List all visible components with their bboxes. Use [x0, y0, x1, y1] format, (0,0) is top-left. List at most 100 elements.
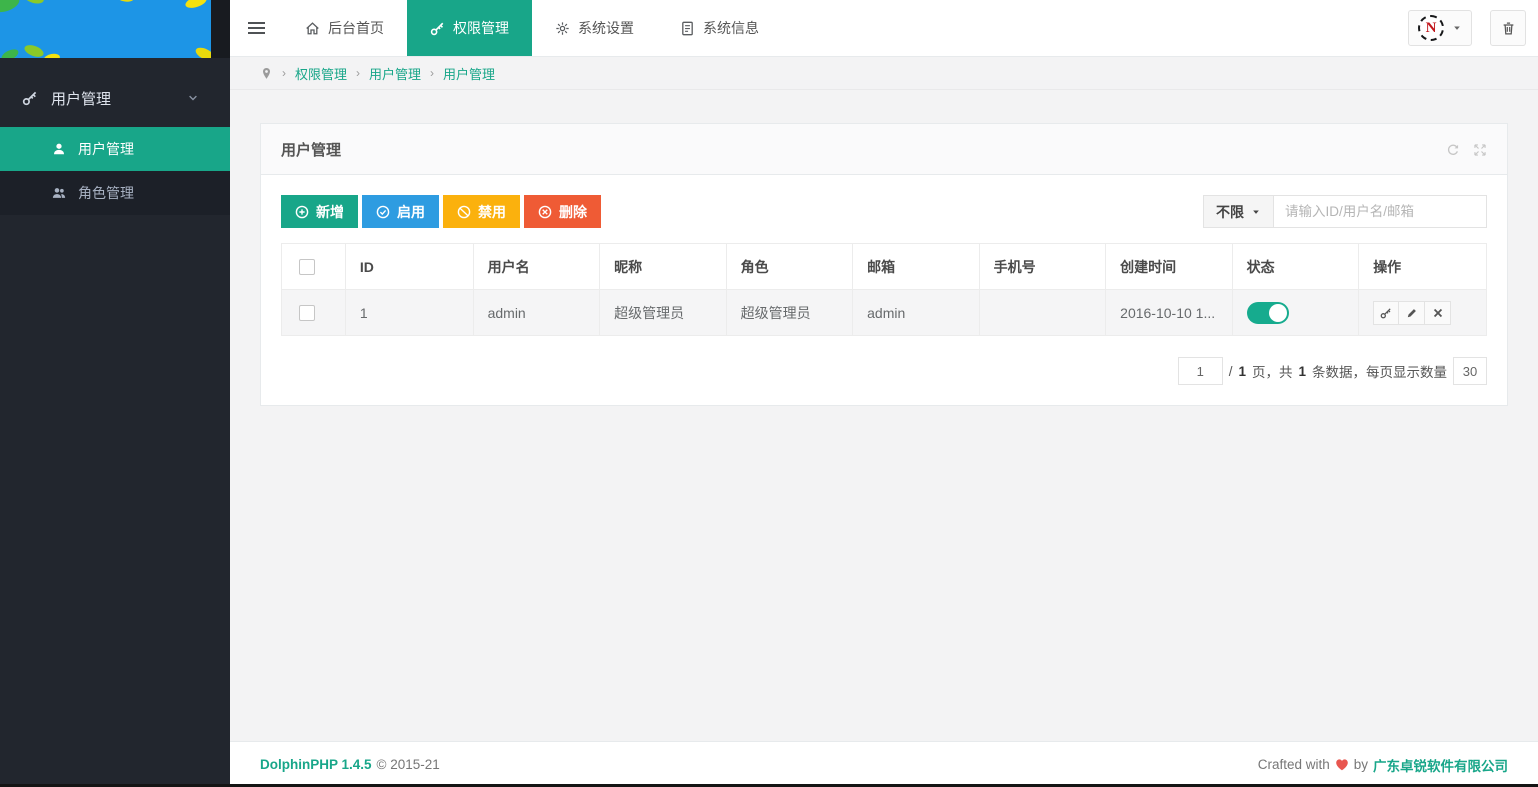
- tab-label: 系统设置: [578, 18, 634, 38]
- footer-left: DolphinPHP 1.4.5 © 2015-21: [260, 757, 440, 772]
- bulk-action-buttons: 新增 启用 禁用 删除: [281, 195, 601, 228]
- add-button[interactable]: 新增: [281, 195, 358, 228]
- status-toggle[interactable]: [1247, 302, 1289, 324]
- user-avatar-dropdown[interactable]: N: [1408, 10, 1472, 46]
- hamburger-icon: [248, 19, 265, 37]
- file-icon: [680, 21, 695, 36]
- breadcrumb-link-user-page[interactable]: 用户管理: [443, 64, 495, 83]
- pagination-text: 页，共: [1252, 361, 1293, 381]
- caret-down-icon: [1251, 207, 1261, 217]
- tab-system-settings[interactable]: 系统设置: [532, 0, 657, 56]
- page-size-input[interactable]: [1453, 357, 1487, 385]
- delete-button[interactable]: 删除: [524, 195, 601, 228]
- tab-admin-home[interactable]: 后台首页: [282, 0, 407, 56]
- tab-system-info[interactable]: 系统信息: [657, 0, 782, 56]
- pagination-text: 条数据，每页显示数量: [1312, 361, 1447, 381]
- page-footer: DolphinPHP 1.4.5 © 2015-21 Crafted with …: [230, 741, 1538, 787]
- key-icon: [1380, 307, 1392, 319]
- sidebar-toggle-button[interactable]: [230, 0, 282, 56]
- page-number-input[interactable]: [1178, 357, 1223, 385]
- search-input[interactable]: [1273, 195, 1487, 228]
- breadcrumb-link-user-group[interactable]: 用户管理: [369, 64, 421, 83]
- top-navbar: 后台首页 权限管理 系统设置 系统信息 N: [230, 0, 1538, 57]
- cell-username: admin: [473, 290, 600, 336]
- chevron-down-icon: [187, 92, 199, 104]
- sidebar-submenu: 用户管理 角色管理: [0, 127, 230, 215]
- select-all-checkbox[interactable]: [299, 259, 315, 275]
- sidebar: 用户管理 用户管理 角色管理: [0, 0, 230, 787]
- breadcrumb-separator: ›: [282, 66, 286, 80]
- reset-password-button[interactable]: [1373, 301, 1399, 325]
- footer-crafted-text: Crafted with: [1258, 757, 1330, 772]
- search-field-dropdown[interactable]: 不限: [1203, 195, 1273, 228]
- table-header-row: ID 用户名 昵称 角色 邮箱 手机号 创建时间 状态 操作: [282, 244, 1487, 290]
- footer-company[interactable]: 广东卓锐软件有限公司: [1373, 755, 1508, 775]
- column-header-username: 用户名: [473, 244, 600, 290]
- page-title: 用户管理: [281, 139, 341, 160]
- column-header-phone: 手机号: [979, 244, 1106, 290]
- sidebar-item-role-management[interactable]: 角色管理: [0, 171, 230, 215]
- breadcrumb-link-permission[interactable]: 权限管理: [295, 64, 347, 83]
- tab-permission-management[interactable]: 权限管理: [407, 0, 532, 56]
- column-header-role: 角色: [726, 244, 853, 290]
- sidebar-logo[interactable]: [0, 0, 230, 58]
- sidebar-item-user-management[interactable]: 用户管理: [0, 127, 230, 171]
- content-area: 用户管理 新增: [230, 90, 1538, 741]
- footer-brand[interactable]: DolphinPHP 1.4.5: [260, 757, 372, 772]
- x-circle-icon: [538, 205, 552, 219]
- pencil-icon: [1406, 307, 1418, 319]
- navbar-right-controls: N: [1408, 0, 1538, 56]
- toggle-knob: [1269, 304, 1287, 322]
- breadcrumb-separator: ›: [356, 66, 360, 80]
- clear-cache-button[interactable]: [1490, 10, 1526, 46]
- edit-button[interactable]: [1399, 301, 1425, 325]
- column-header-actions: 操作: [1359, 244, 1487, 290]
- row-actions: [1373, 301, 1451, 325]
- table-toolbar: 新增 启用 禁用 删除: [281, 195, 1487, 228]
- disable-button[interactable]: 禁用: [443, 195, 520, 228]
- plus-circle-icon: [295, 205, 309, 219]
- tab-label: 后台首页: [328, 18, 384, 38]
- column-header-created: 创建时间: [1106, 244, 1233, 290]
- footer-right: Crafted with by 广东卓锐软件有限公司: [1258, 755, 1508, 775]
- breadcrumb-separator: ›: [430, 66, 434, 80]
- sidebar-group-label: 用户管理: [51, 88, 111, 109]
- pagination-slash: /: [1229, 364, 1233, 379]
- footer-copyright: © 2015-21: [377, 757, 440, 772]
- cell-role: 超级管理员: [726, 290, 853, 336]
- refresh-icon[interactable]: [1446, 143, 1460, 157]
- gear-icon: [555, 21, 570, 36]
- x-icon: [1432, 307, 1444, 319]
- location-pin-icon: [260, 67, 273, 80]
- row-checkbox[interactable]: [299, 305, 315, 321]
- column-header-id: ID: [345, 244, 473, 290]
- cell-phone: [979, 290, 1106, 336]
- sidebar-menu: 用户管理 用户管理 角色管理: [0, 58, 230, 215]
- app-window: 用户管理 用户管理 角色管理: [0, 0, 1538, 787]
- enable-button[interactable]: 启用: [362, 195, 439, 228]
- users-icon: [52, 186, 66, 200]
- search-area: 不限: [1203, 195, 1487, 228]
- trash-icon: [1501, 21, 1516, 36]
- panel-tools: [1446, 143, 1487, 157]
- cell-nickname: 超级管理员: [600, 290, 727, 336]
- delete-row-button[interactable]: [1425, 301, 1451, 325]
- tab-label: 权限管理: [453, 18, 509, 38]
- column-header-status: 状态: [1232, 244, 1359, 290]
- footer-by-text: by: [1354, 757, 1368, 772]
- pagination: / 1 页，共 1 条数据，每页显示数量: [281, 357, 1487, 385]
- cell-email: admin: [853, 290, 980, 336]
- total-records: 1: [1298, 364, 1306, 379]
- sidebar-item-label: 用户管理: [78, 139, 134, 159]
- logo-image: [0, 0, 211, 58]
- fullscreen-icon[interactable]: [1473, 143, 1487, 157]
- check-circle-icon: [376, 205, 390, 219]
- sidebar-item-label: 角色管理: [78, 183, 134, 203]
- user-icon: [52, 142, 66, 156]
- heart-icon: [1335, 758, 1349, 772]
- breadcrumb: › 权限管理 › 用户管理 › 用户管理: [230, 57, 1538, 90]
- panel-body: 新增 启用 禁用 删除: [261, 175, 1507, 405]
- ban-icon: [457, 205, 471, 219]
- sidebar-group-user-management[interactable]: 用户管理: [0, 75, 230, 121]
- navbar-spacer: [782, 0, 1408, 56]
